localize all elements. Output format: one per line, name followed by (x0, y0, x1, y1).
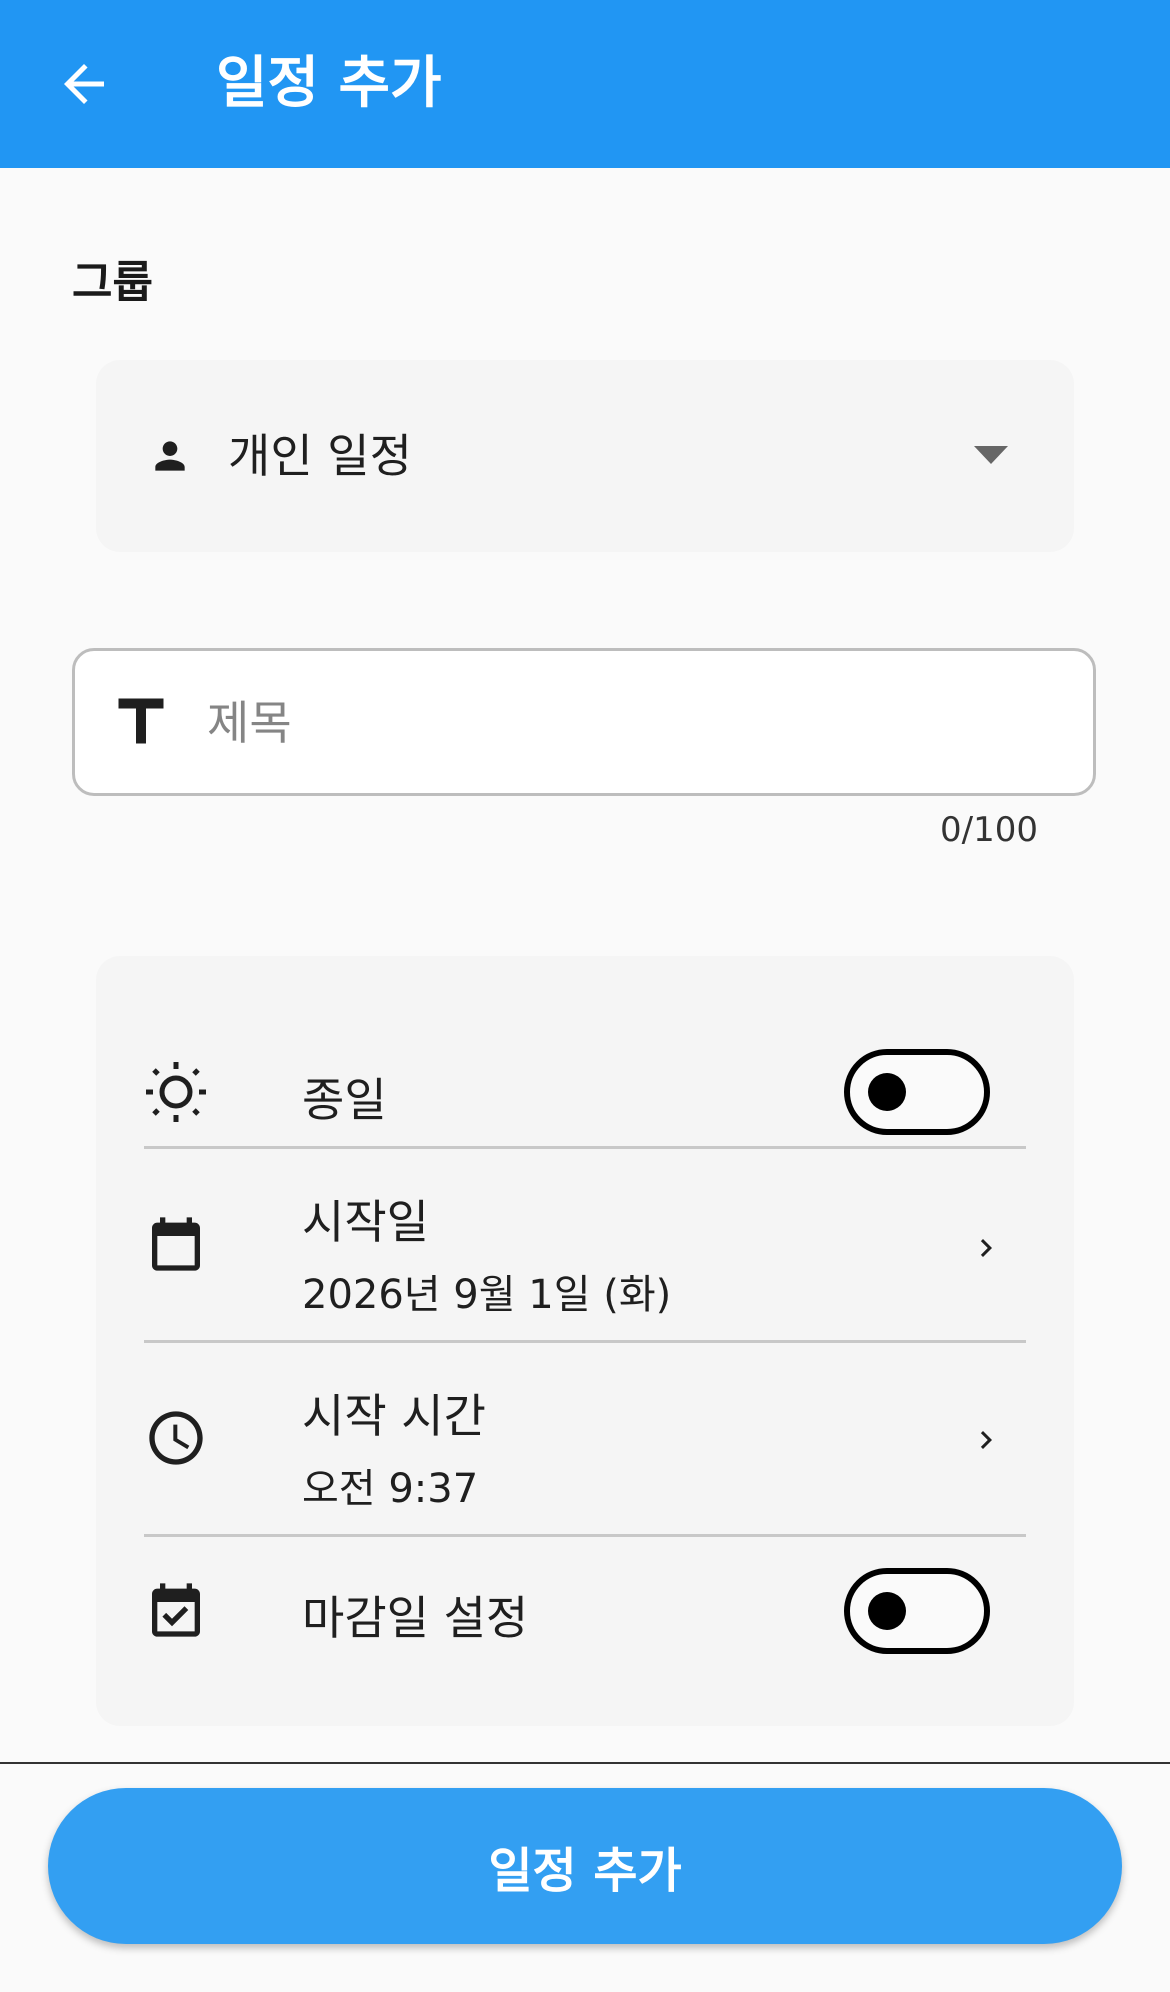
group-section-label: 그룹 (72, 257, 153, 308)
start-date-value: 2026년 9월 1일 (화) (302, 1272, 672, 1318)
person-icon (155, 441, 185, 471)
arrow-back-icon (64, 64, 104, 104)
divider (144, 1340, 1026, 1343)
text-t-icon (118, 698, 164, 744)
start-time-value: 오전 9:37 (302, 1466, 479, 1512)
clock-icon (149, 1411, 203, 1465)
group-selected-value: 개인 일정 (228, 429, 412, 483)
chevron-right-icon (980, 1431, 992, 1449)
toggle-knob (868, 1073, 906, 1111)
calendar-check-icon (152, 1583, 200, 1637)
title-char-counter: 0/100 (940, 810, 1038, 850)
page-title: 일정 추가 (216, 51, 442, 116)
app-bar: 일정 추가 (0, 0, 1170, 168)
add-schedule-button[interactable]: 일정 추가 (48, 1788, 1122, 1944)
back-button[interactable] (44, 44, 124, 124)
deadline-toggle[interactable] (844, 1568, 990, 1654)
group-select[interactable]: 개인 일정 (96, 360, 1074, 552)
divider (144, 1146, 1026, 1149)
deadline-label: 마감일 설정 (302, 1591, 529, 1645)
schedule-settings-card: 종일 시작일 2026년 9월 1일 (화) 시작 시간 오전 9:37 마감일… (96, 956, 1074, 1726)
calendar-icon (152, 1217, 200, 1271)
start-date-row[interactable]: 시작일 2026년 9월 1일 (화) (144, 1150, 1026, 1340)
deadline-row: 마감일 설정 (144, 1538, 1026, 1688)
add-schedule-screen: 일정 추가 그룹 개인 일정 0/100 (0, 0, 1170, 1992)
start-date-label: 시작일 (302, 1195, 429, 1249)
all-day-toggle[interactable] (844, 1049, 990, 1135)
title-field (72, 648, 1096, 796)
start-time-row[interactable]: 시작 시간 오전 9:37 (144, 1344, 1026, 1534)
chevron-right-icon (980, 1239, 992, 1257)
toggle-knob (868, 1592, 906, 1630)
divider (144, 1534, 1026, 1537)
start-time-label: 시작 시간 (302, 1389, 486, 1443)
title-input[interactable] (205, 681, 1049, 765)
all-day-row: 종일 (144, 1028, 1026, 1156)
sun-icon (146, 1062, 206, 1122)
dropdown-arrow-icon (974, 446, 1008, 464)
all-day-label: 종일 (302, 1073, 387, 1127)
